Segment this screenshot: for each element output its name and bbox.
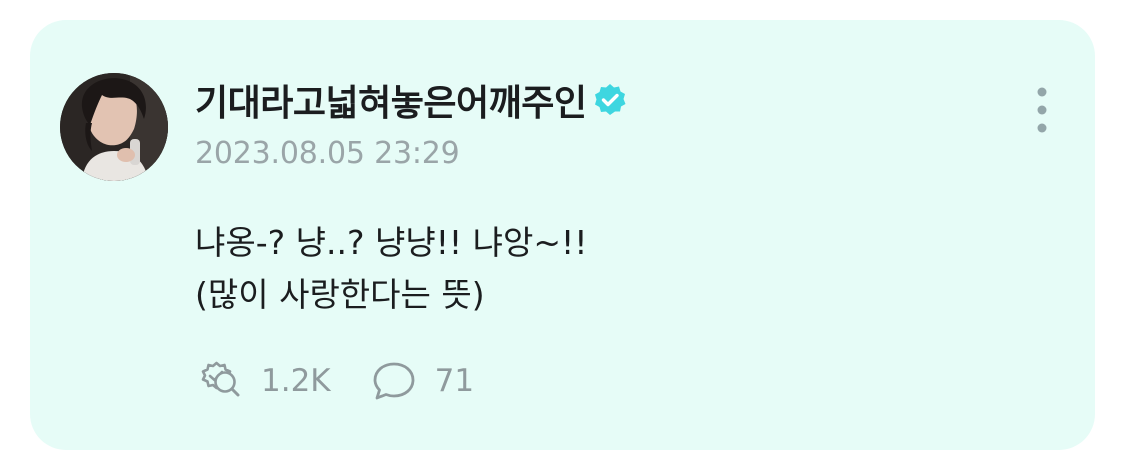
avatar[interactable]	[60, 73, 168, 181]
repost-button[interactable]: 1.2K	[193, 360, 331, 402]
repost-icon	[193, 360, 243, 402]
author-name[interactable]: 기대라고넓혀놓은어깨주인	[195, 74, 587, 126]
post-actions: 1.2K 71	[193, 360, 474, 402]
post-text-line: (많이 사랑한다는 뜻)	[195, 275, 485, 314]
post-header: 기대라고넓혀놓은어깨주인 2023.08.05 23:29	[195, 78, 628, 171]
verified-badge-icon	[592, 82, 628, 118]
post-body: 냐옹-? 냥..? 냥냥!! 냐앙~!! (많이 사랑한다는 뜻)	[195, 217, 587, 321]
post-text-line: 냐옹-? 냥..? 냥냥!! 냐앙~!!	[195, 223, 588, 262]
post-timestamp: 2023.08.05 23:29	[195, 136, 460, 171]
more-vertical-icon[interactable]	[1030, 87, 1054, 135]
comment-icon	[371, 360, 417, 402]
post-card: 기대라고넓혀놓은어깨주인 2023.08.05 23:29 냐옹-? 냥..? …	[30, 20, 1095, 450]
repost-count: 1.2K	[261, 363, 331, 399]
comment-count: 71	[434, 363, 475, 399]
comment-button[interactable]: 71	[371, 360, 474, 402]
author-row: 기대라고넓혀놓은어깨주인	[195, 78, 628, 124]
